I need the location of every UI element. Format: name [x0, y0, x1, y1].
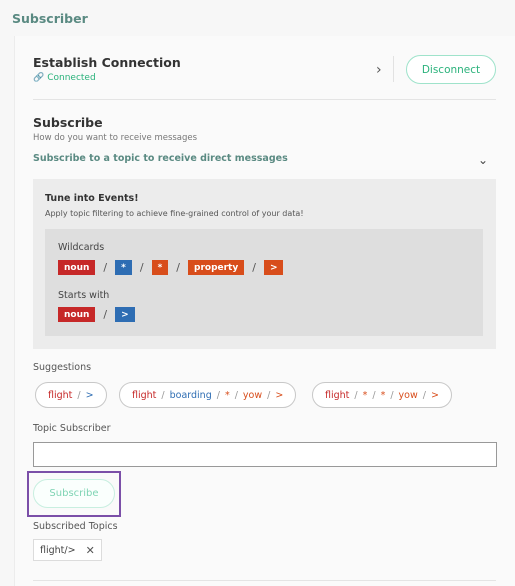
divider — [393, 56, 394, 82]
disconnect-button[interactable]: Disconnect — [406, 55, 496, 84]
suggestion-token: / — [267, 389, 271, 401]
topic-token: > — [263, 260, 284, 275]
suggestion-token: flight — [48, 389, 73, 401]
subscribed-topic-text: flight/> — [40, 544, 76, 556]
chevron-down-icon[interactable]: ⌄ — [478, 153, 488, 167]
starts-with-token-row: noun / > — [58, 307, 135, 322]
suggestion-token: flight — [132, 389, 157, 401]
subscribe-button[interactable]: Subscribe — [33, 479, 115, 508]
events-panel: Tune into Events! Apply topic filtering … — [33, 179, 496, 349]
suggestion-token: * — [224, 389, 230, 401]
suggestion-token: / — [372, 389, 376, 401]
connection-status-text: Connected — [47, 73, 96, 83]
starts-with-label: Starts with — [58, 290, 110, 301]
subscribe-description: How do you want to receive messages — [33, 133, 198, 143]
wildcards-token-row: noun / * / * / property / > — [58, 260, 284, 275]
suggestion-token: > — [430, 389, 439, 401]
subscribe-title: Subscribe — [33, 115, 103, 130]
chevron-right-icon[interactable]: › — [376, 62, 382, 78]
subscribe-mode-select[interactable]: Subscribe to a topic to receive direct m… — [33, 153, 288, 164]
suggestion-token: / — [77, 389, 81, 401]
suggestion-token: yow — [398, 389, 418, 401]
suggestion-token: / — [234, 389, 238, 401]
separator: / — [139, 261, 144, 274]
connection-title: Establish Connection — [33, 55, 181, 70]
suggestion-token: boarding — [169, 389, 212, 401]
close-icon[interactable]: ✕ — [86, 544, 95, 557]
events-title: Tune into Events! — [45, 193, 139, 204]
topic-token: * — [115, 260, 132, 275]
topic-subscriber-input[interactable] — [33, 442, 497, 467]
suggestion-token: / — [422, 389, 426, 401]
divider — [33, 580, 496, 581]
subscribed-topic-chip: flight/> ✕ — [33, 539, 102, 561]
topic-subscriber-label: Topic Subscriber — [33, 423, 111, 434]
events-description: Apply topic filtering to achieve fine-gr… — [45, 209, 304, 218]
suggestion-token: * — [380, 389, 386, 401]
suggestion-chip[interactable]: flight / > — [35, 382, 107, 408]
suggestion-token: flight — [325, 389, 350, 401]
suggestion-chip[interactable]: flight / * / * / yow / > — [312, 382, 452, 408]
suggestion-token: / — [216, 389, 220, 401]
suggestions-label: Suggestions — [33, 362, 92, 373]
subscribed-topics-label: Subscribed Topics — [33, 521, 118, 532]
topic-token: noun — [58, 260, 96, 275]
suggestion-token: * — [362, 389, 368, 401]
separator: / — [252, 261, 256, 274]
topic-token: * — [151, 260, 169, 275]
suggestion-token: / — [354, 389, 358, 401]
topic-token: noun — [58, 307, 96, 322]
subscriber-card: Establish Connection 🔗 Connected › Disco… — [14, 36, 515, 586]
wildcards-label: Wildcards — [58, 242, 105, 253]
suggestion-token: / — [161, 389, 165, 401]
wildcard-examples: Wildcards noun / * / * / property / > Starts wit… — [45, 229, 483, 336]
suggestion-token: / — [390, 389, 394, 401]
suggestion-token: > — [275, 389, 284, 401]
suggestion-chip[interactable]: flight / boarding / * / yow / > — [119, 382, 297, 408]
link-icon: 🔗 — [33, 73, 45, 83]
connection-status: 🔗 Connected — [33, 73, 96, 83]
topic-token: > — [115, 307, 135, 322]
separator: / — [103, 261, 108, 274]
suggestion-token: yow — [242, 389, 263, 401]
separator: / — [103, 308, 108, 321]
suggestion-token: > — [85, 389, 94, 401]
separator: / — [176, 261, 180, 274]
page-title: Subscriber — [12, 11, 88, 26]
divider — [33, 99, 496, 100]
topic-token: property — [188, 260, 245, 275]
